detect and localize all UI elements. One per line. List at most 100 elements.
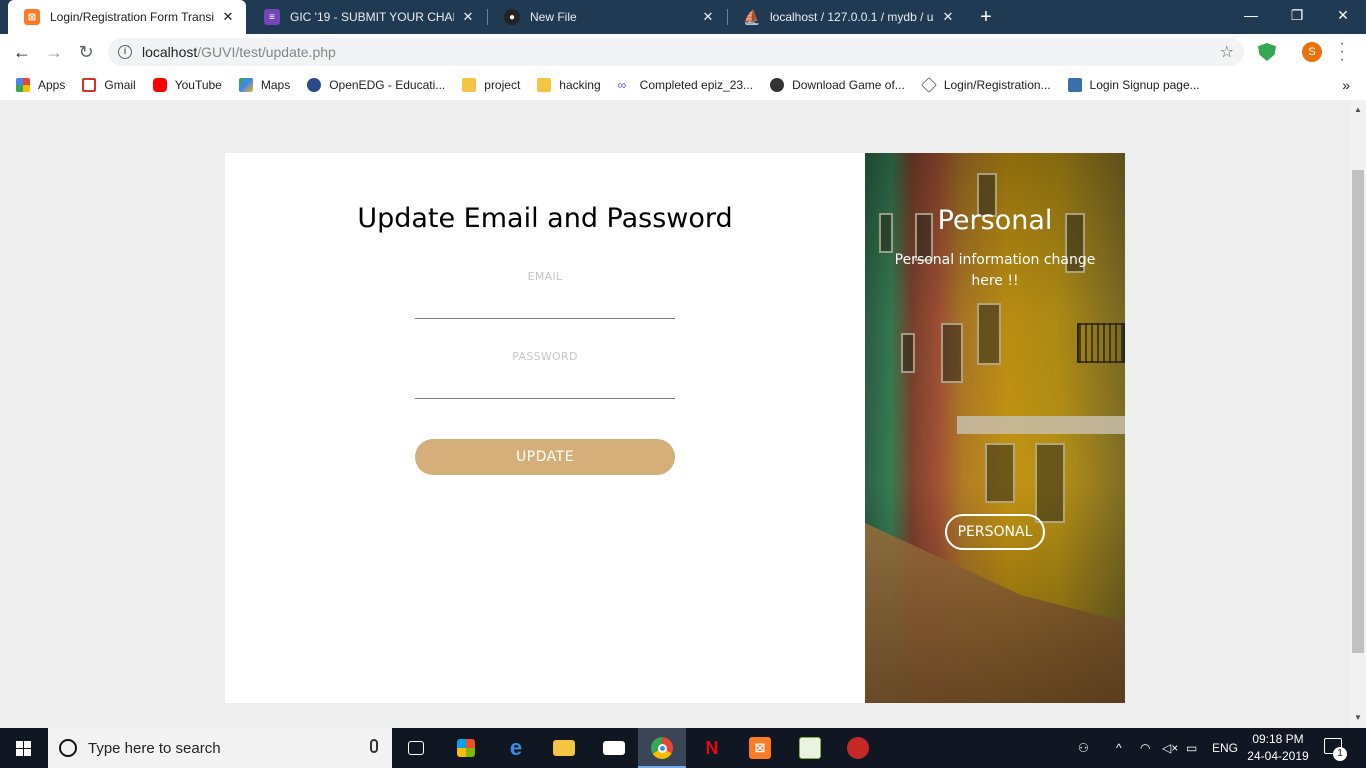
profile-avatar[interactable]: S [1302, 42, 1322, 62]
bookmark-login-registration[interactable]: Login/Registration... [920, 77, 1051, 93]
wifi-icon[interactable]: ◠ [1140, 728, 1150, 768]
update-form-card: Update Email and Password EMAIL PASSWORD… [225, 153, 865, 703]
bookmark-project[interactable]: project [462, 78, 520, 92]
bookmark-hacking[interactable]: hacking [537, 78, 601, 92]
app-red-glyph [847, 737, 869, 759]
close-tab-icon[interactable]: ✕ [460, 9, 476, 25]
browser-toolbar: ← → ↻ i localhost/GUVI/test/update.php ☆… [0, 34, 1366, 70]
close-window-button[interactable]: ✕ [1320, 0, 1366, 30]
folder-icon [462, 78, 477, 92]
bookmark-label: YouTube [174, 78, 222, 92]
taskbar-search-box[interactable]: Type here to search [48, 728, 392, 768]
bookmark-label: Login/Registration... [943, 78, 1051, 92]
page-scrollbar[interactable]: ▲ ▼ [1350, 100, 1366, 728]
task-view-icon[interactable] [392, 728, 440, 768]
chrome-glyph [651, 737, 673, 759]
infinity-icon: ∞ [617, 78, 627, 92]
bookmark-label: Apps [38, 78, 66, 92]
chrome-icon[interactable] [638, 728, 686, 768]
address-bar[interactable]: i localhost/GUVI/test/update.php ☆ [108, 38, 1244, 66]
bookmark-maps[interactable]: Maps [238, 78, 291, 92]
task-view-glyph [408, 741, 424, 755]
bookmark-apps[interactable]: Apps [16, 78, 65, 92]
password-field[interactable] [415, 371, 675, 399]
tab-title: New File [530, 10, 577, 24]
app-red-icon[interactable] [834, 728, 882, 768]
apps-grid-icon [16, 78, 30, 92]
bookmark-label: Maps [260, 78, 291, 92]
codepen-icon [920, 77, 937, 93]
facade-door [1035, 443, 1065, 523]
minimize-button[interactable]: — [1228, 0, 1274, 30]
tab-gic-challenge[interactable]: ≡ GIC '19 - SUBMIT YOUR CHALLEN ✕ [248, 0, 486, 34]
bookmark-openedg[interactable]: OpenEDG - Educati... [307, 78, 445, 92]
people-icon[interactable]: ⚇ [1078, 728, 1089, 768]
back-arrow-icon[interactable]: ← [8, 38, 36, 66]
scroll-down-arrow-icon[interactable]: ▼ [1350, 710, 1366, 726]
system-clock[interactable]: 09:18 PM 24-04-2019 [1240, 731, 1316, 765]
xampp-glyph: ⊠ [749, 737, 771, 759]
language-indicator[interactable]: ENG [1212, 728, 1238, 768]
update-button[interactable]: UPDATE [415, 439, 675, 475]
bookmark-login-signup[interactable]: Login Signup page... [1067, 78, 1200, 92]
bookmark-star-icon[interactable]: ☆ [1220, 42, 1234, 62]
xampp-icon: ⊠ [24, 9, 40, 25]
bookmark-label: Login Signup page... [1089, 78, 1200, 92]
url-text[interactable]: localhost/GUVI/test/update.php [142, 44, 336, 60]
tab-login-registration[interactable]: ⊠ Login/Registration Form Transitio ✕ [8, 0, 246, 34]
reload-icon[interactable]: ↻ [72, 38, 100, 66]
start-button[interactable] [0, 728, 48, 768]
notification-count-badge: 1 [1333, 747, 1347, 761]
battery-icon[interactable]: ▭ [1186, 728, 1197, 768]
browser-tab-strip: ⊠ Login/Registration Form Transitio ✕ ≡ … [0, 0, 1366, 34]
personal-button[interactable]: PERSONAL [945, 514, 1045, 550]
browser-menu-icon[interactable]: · · · [1336, 36, 1348, 68]
facade-window [941, 323, 963, 383]
forward-arrow-icon[interactable]: → [40, 38, 68, 66]
facade-balcony [1077, 323, 1125, 363]
url-host: localhost [142, 44, 198, 60]
youtube-icon [152, 78, 167, 92]
chevron-up-icon[interactable]: ^ [1116, 728, 1122, 768]
bookmark-download-game[interactable]: Download Game of... [770, 78, 905, 92]
netflix-icon[interactable]: N [688, 728, 736, 768]
scroll-up-arrow-icon[interactable]: ▲ [1350, 102, 1366, 118]
new-tab-button[interactable]: + [972, 4, 1000, 30]
edge-icon[interactable]: e [492, 728, 540, 768]
facade-window [977, 303, 1001, 365]
email-field[interactable] [415, 291, 675, 319]
store-glyph [457, 739, 475, 757]
shield-extension-icon[interactable] [1258, 43, 1276, 61]
close-tab-icon[interactable]: ✕ [220, 9, 236, 25]
bookmarks-overflow-button[interactable]: » [1342, 77, 1350, 93]
github-icon: ● [504, 9, 520, 25]
facade-window [901, 333, 915, 373]
tab-title: GIC '19 - SUBMIT YOUR CHALLEN [290, 10, 454, 24]
bookmark-label: OpenEDG - Educati... [329, 78, 446, 92]
xampp-icon[interactable]: ⊠ [736, 728, 784, 768]
bookmark-gmail[interactable]: Gmail [82, 78, 136, 92]
windows-logo-icon [24, 741, 31, 748]
tab-phpmyadmin[interactable]: ⛵ localhost / 127.0.0.1 / mydb / use ✕ [728, 0, 966, 34]
site-info-icon[interactable]: i [118, 45, 132, 59]
restore-button[interactable]: ❐ [1274, 0, 1320, 30]
bookmark-label: Download Game of... [792, 78, 905, 92]
bookmark-completed-epiz[interactable]: ∞ Completed epiz_23... [618, 78, 753, 92]
file-explorer-icon[interactable] [540, 728, 588, 768]
bookmark-youtube[interactable]: YouTube [152, 78, 222, 92]
store-icon[interactable] [442, 728, 490, 768]
bookmark-label: hacking [559, 78, 601, 92]
close-tab-icon[interactable]: ✕ [940, 9, 956, 25]
windows-taskbar: Type here to search e N ⊠ ⚇ ^ ◠ ◁× ▭ ENG… [0, 728, 1366, 768]
url-path: /GUVI/test/update.php [197, 44, 336, 60]
notepad-icon[interactable] [786, 728, 834, 768]
facade-door [985, 443, 1015, 503]
microphone-icon[interactable] [370, 739, 378, 753]
mail-icon[interactable] [590, 728, 638, 768]
scroll-thumb[interactable] [1352, 170, 1364, 653]
close-tab-icon[interactable]: ✕ [700, 9, 716, 25]
bookmark-label: Completed epiz_23... [639, 78, 754, 92]
edge-glyph: e [509, 735, 523, 760]
volume-muted-icon[interactable]: ◁× [1162, 728, 1178, 768]
tab-new-file[interactable]: ● New File ✕ [488, 0, 726, 34]
